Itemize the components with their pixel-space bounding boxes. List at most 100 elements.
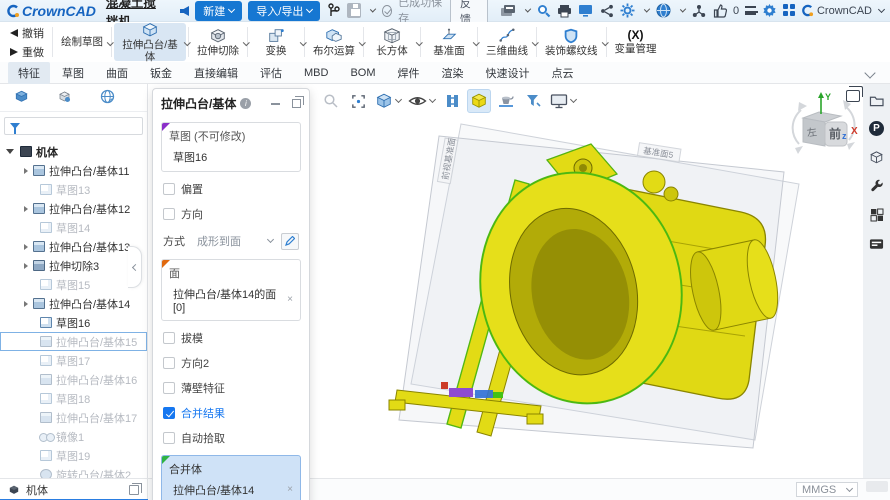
expand-caret-icon[interactable] [24,205,28,212]
profile-p-icon[interactable] [869,121,884,136]
apps-grid-icon[interactable] [782,4,795,17]
offset-checkbox[interactable]: 偏置 [163,181,299,197]
tool-transform-button[interactable]: 变换 [250,23,307,61]
tab-point-cloud[interactable]: 点云 [542,62,584,84]
tool-sketch-button[interactable]: 绘制草图 [55,23,114,61]
draft-checkbox[interactable]: 拔模 [163,330,299,346]
expand-caret-icon[interactable] [24,243,28,250]
redo-button[interactable]: 重做 [10,44,44,60]
tool-cuboid-button[interactable]: 长方体 [366,23,423,61]
batch-print-icon[interactable] [500,2,516,20]
bottom-part-tab[interactable]: 机体 [0,479,148,500]
gear-chevron-icon[interactable] [644,5,651,13]
config-tab-icon[interactable] [57,89,72,107]
method-select[interactable]: 成形到面 [194,231,276,251]
render-button[interactable] [494,89,518,113]
merge-body-value[interactable]: 拉伸凸台/基体14 × [169,482,293,498]
visibility-button[interactable] [406,89,437,113]
settings-gear-icon[interactable] [620,2,635,20]
display-mode-button[interactable] [548,89,578,113]
thin-feature-checkbox[interactable]: 薄壁特征 [163,380,299,396]
selection-filter-button[interactable] [521,89,545,113]
edit-face-button[interactable] [281,232,299,250]
tree-item[interactable]: 镜像1 [0,427,147,446]
tree-root-part[interactable]: 机体 [0,142,147,161]
globe-chevron-icon[interactable] [679,5,687,13]
tab-sheetmetal[interactable]: 钣金 [140,62,182,84]
tree-item[interactable]: 拉伸凸台/基体14 [0,294,147,313]
tool-3d-curve-button[interactable]: 三维曲线 [480,23,539,61]
menu-icon[interactable] [745,6,758,15]
expand-caret-icon[interactable] [6,149,14,154]
minimize-icon[interactable] [271,102,280,105]
checkbox-icon[interactable] [163,183,175,195]
tree-item[interactable]: 草图16 [0,313,147,332]
tool-extrude-cut-button[interactable]: 拉伸切除 [191,23,250,61]
zoom-fit-button[interactable] [346,89,370,113]
tree-item[interactable]: 拉伸凸台/基体16 [0,370,147,389]
info-icon[interactable] [240,98,252,109]
tree-item[interactable]: 草图17 [0,351,147,370]
tool-variable-manager-button[interactable]: (X) 变量管理 [609,23,663,61]
view-orientation-button[interactable] [373,89,403,113]
print-icon[interactable] [557,2,572,20]
view-navigation-cube[interactable]: 左 前 Y z X [785,88,863,168]
section-view-button[interactable] [440,89,464,113]
tab-render[interactable]: 渲染 [432,62,474,84]
like-icon[interactable] [712,2,727,20]
version-branch-icon[interactable] [326,2,341,20]
tools-wrench-icon[interactable] [869,178,885,194]
merge-result-checkbox[interactable]: 合并结果 [163,405,299,421]
collab-network-icon[interactable] [691,2,706,20]
tab-quick-design[interactable]: 快速设计 [476,62,540,84]
remove-body-icon[interactable]: × [287,485,293,495]
tree-item[interactable]: 草图18 [0,389,147,408]
tab-surface[interactable]: 曲面 [96,62,138,84]
crowncad-logo[interactable]: CrownCAD [6,3,96,19]
back-icon[interactable] [180,5,190,16]
tree-item[interactable]: 拉伸凸台/基体11 [0,161,147,180]
new-window-icon[interactable] [129,483,142,495]
apps-panel-icon[interactable] [869,207,885,223]
tab-weldment[interactable]: 焊件 [388,62,430,84]
detach-icon[interactable] [292,96,304,108]
batch-print-chevron-icon[interactable] [525,5,532,13]
library-folder-icon[interactable] [869,92,885,108]
tree-item[interactable]: 拉伸凸台/基体13 [0,237,147,256]
units-select[interactable]: MMGS [796,482,858,497]
tool-boolean-button[interactable]: 布尔运算 [307,23,366,61]
tool-cosmetic-thread-button[interactable]: 装饰螺纹线 [539,23,609,61]
sketch-value[interactable]: 草图16 [169,149,293,165]
account-menu[interactable]: CrownCAD [801,4,886,17]
tree-item[interactable]: 草图19 [0,446,147,465]
auto-pick-checkbox[interactable]: 自动拾取 [163,430,299,446]
tab-sketch[interactable]: 草图 [52,62,94,84]
remove-face-icon[interactable]: × [287,295,293,305]
expand-caret-icon[interactable] [24,262,28,269]
checkbox-icon[interactable] [163,208,175,220]
tree-item[interactable]: 拉伸凸台/基体12 [0,199,147,218]
web-tab-icon[interactable] [100,89,115,107]
tab-mbd[interactable]: MBD [294,64,338,82]
ribbon-collapse-icon[interactable] [864,66,876,79]
tree-tab-icon[interactable] [14,89,29,107]
appearance-button[interactable] [467,89,491,113]
tree-item[interactable]: 旋转凸台/基体2 [0,465,147,478]
search-icon[interactable] [536,2,551,20]
tree-item[interactable]: 拉伸切除3 [0,256,147,275]
panel-collapse-handle[interactable] [128,246,142,288]
face-value[interactable]: 拉伸凸台/基体14的面[0] × [169,286,293,314]
screen-share-icon[interactable] [578,2,593,20]
tab-evaluate[interactable]: 评估 [250,62,292,84]
tool-extrude-boss-button[interactable]: 拉伸凸台/基体 [114,23,191,63]
preferences-gear-icon[interactable] [762,2,777,20]
tab-bom[interactable]: BOM [340,64,385,82]
tool-datum-plane-button[interactable]: 基准面 [423,23,480,61]
save-icon[interactable] [347,3,362,18]
viewcube-front-label[interactable]: 前 [829,126,841,141]
checkbox-icon[interactable] [163,332,175,344]
shortcut-keyboard-icon[interactable] [869,236,885,252]
tree-item[interactable]: 草图14 [0,218,147,237]
tree-filter-input[interactable] [4,117,143,135]
checkbox-icon[interactable] [163,357,175,369]
